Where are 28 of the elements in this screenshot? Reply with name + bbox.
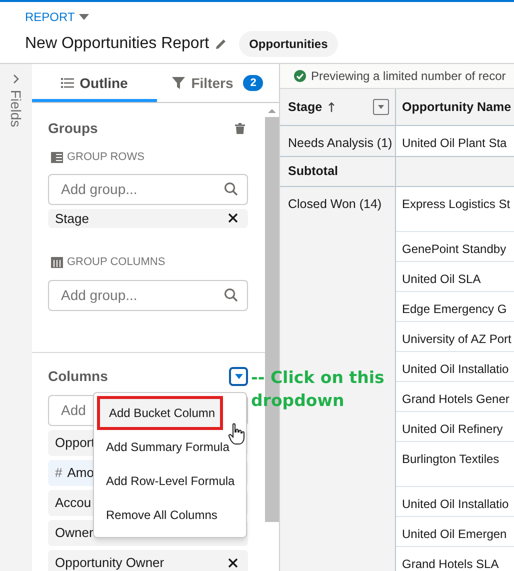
table-cell: United Oil Emergen <box>396 517 514 547</box>
table-cell: United Oil Installatio <box>396 352 514 382</box>
preview-message: Previewing a limited number of recor <box>311 68 506 85</box>
report-title: New Opportunities Report <box>25 34 210 54</box>
table-cell: United Oil SLA <box>396 262 514 292</box>
count-badge: 2 <box>243 75 264 91</box>
section-label: GROUP COLUMNS <box>67 255 166 270</box>
table-cell-text: Grand Hotels SLA <box>401 556 500 571</box>
section-label: GROUP ROWS <box>67 150 144 165</box>
table-cell: United Oil Refinery <box>396 412 514 442</box>
table-cell: University of AZ Port <box>396 322 514 352</box>
section-heading: Columns <box>48 366 108 386</box>
group-cell: Needs Analysis (1) <box>280 126 396 156</box>
column-chip: Opportunity Owner <box>48 550 248 571</box>
table-cell: Grand Hotels Gener <box>396 382 514 412</box>
table-cell: GenePoint Standby <box>396 232 514 262</box>
object-badge: Opportunities <box>239 31 338 57</box>
table-cell: Edge Emergency G <box>396 292 514 322</box>
annotation-text: dropdown <box>251 390 346 412</box>
number-icon: # <box>55 462 62 482</box>
group-chip: Stage <box>48 208 248 228</box>
subtotal-cell: Subtotal <box>280 157 396 186</box>
annotation-text: -- Click on this <box>251 367 384 389</box>
table-cell: Burlington Textiles <box>396 442 514 487</box>
section-heading: Groups <box>48 119 98 138</box>
table-cell-text: United Oil Plant Sta <box>401 135 508 152</box>
table-cell: Express Logistics St <box>396 187 514 232</box>
table-cell: United Oil Installatio <box>396 487 514 517</box>
